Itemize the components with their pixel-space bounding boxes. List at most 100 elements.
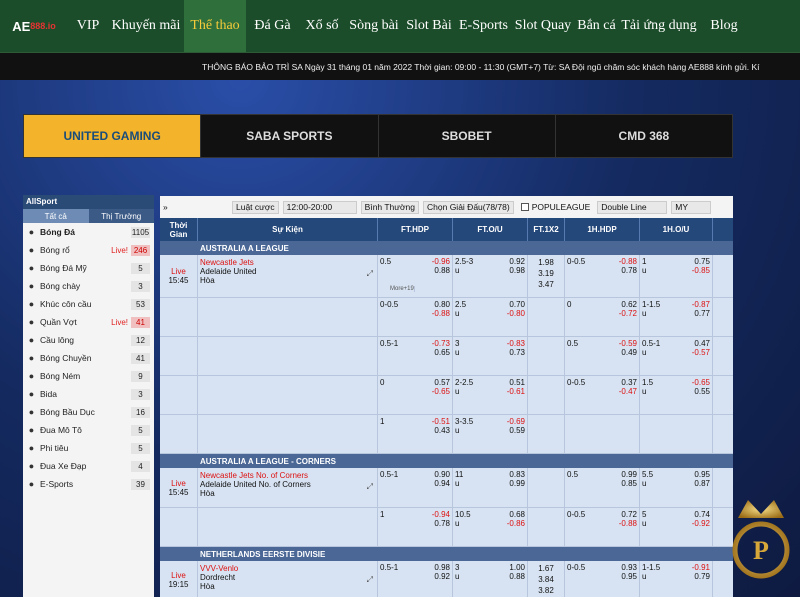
ft-hdp-cell-price-1[interactable]: 0.80 [432, 300, 450, 309]
more-markets-link[interactable]: More+19 [390, 286, 415, 292]
h1-hdp-cell-price-2[interactable]: -0.72 [619, 309, 637, 318]
ft-ou-cell-price-2[interactable]: 0.98 [509, 266, 525, 275]
odds-format-select[interactable]: MY [671, 200, 712, 214]
sidebar-item-12[interactable]: ● Phi tiêu 5 [23, 439, 154, 457]
nav-item-5[interactable]: Sòng bài [345, 0, 403, 52]
h1-ou-cell-price-2[interactable]: 0.79 [692, 572, 710, 581]
h1-hdp-cell-price-2[interactable]: 0.95 [621, 572, 637, 581]
h1-ou-cell-price-1[interactable]: 0.75 [692, 257, 710, 266]
ft-ou-cell-price-1[interactable]: 0.68 [507, 510, 525, 519]
away-team[interactable]: Adelaide United No. of Corners [200, 480, 375, 489]
collapse-button[interactable]: » [160, 201, 208, 214]
bet-type-select[interactable]: Luật cược [232, 200, 279, 214]
h1-hdp-cell-price-2[interactable]: -0.47 [619, 387, 637, 396]
sidebar-item-4[interactable]: ● Khúc côn cầu 53 [23, 295, 154, 313]
mode-select[interactable]: Bình Thường [360, 200, 420, 214]
ft-hdp-cell-price-1[interactable]: -0.94 [432, 510, 450, 519]
ft-1x2-price[interactable]: 1.67 [528, 563, 564, 574]
ft-ou-cell-price-2[interactable]: 0.73 [507, 348, 525, 357]
h1-ou-cell-price-2[interactable]: 0.55 [692, 387, 710, 396]
h1-hdp-cell-price-1[interactable]: 0.99 [621, 470, 637, 479]
stats-icon[interactable]: ⤢ [367, 482, 373, 492]
h1-ou-cell-price-2[interactable]: -0.85 [692, 266, 710, 275]
sidebar-item-1[interactable]: ● Bóng rổ Live! 246 [23, 241, 154, 259]
h1-hdp-cell-price-1[interactable]: 0.72 [619, 510, 637, 519]
nav-item-2[interactable]: Thể thao [184, 0, 246, 52]
h1-ou-cell-price-2[interactable]: 0.87 [694, 479, 710, 488]
h1-ou-cell-price-1[interactable]: -0.87 [692, 300, 710, 309]
select-league-button[interactable]: Chọn Giải Đấu(78/78) [423, 200, 514, 214]
h1-hdp-cell-price-2[interactable]: 0.49 [619, 348, 637, 357]
home-team[interactable]: Newcastle Jets [200, 258, 375, 267]
ft-hdp-cell-price-2[interactable]: 0.92 [434, 572, 450, 581]
h1-hdp-cell-price-2[interactable]: 0.78 [619, 266, 637, 275]
h1-hdp-cell-price-1[interactable]: -0.59 [619, 339, 637, 348]
sidebar-item-11[interactable]: ● Đua Mô Tô 5 [23, 421, 154, 439]
ft-ou-cell-price-1[interactable]: 0.51 [507, 378, 525, 387]
nav-item-8[interactable]: Slot Quay [512, 0, 574, 52]
nav-item-1[interactable]: Khuyến mãi [108, 0, 184, 52]
sidebar-item-6[interactable]: ● Cầu lông 12 [23, 331, 154, 349]
ft-hdp-cell-price-2[interactable]: 0.65 [432, 348, 450, 357]
ft-ou-cell-price-1[interactable]: -0.83 [507, 339, 525, 348]
sidebar-item-13[interactable]: ● Đua Xe Đạp 4 [23, 457, 154, 475]
ft-ou-cell-price-1[interactable]: 0.70 [507, 300, 525, 309]
provider-tab-3[interactable]: CMD 368 [556, 115, 732, 157]
away-team[interactable]: Dordrecht [200, 573, 375, 582]
stats-icon[interactable]: ⤢ [367, 269, 373, 279]
ft-hdp-cell-price-2[interactable]: -0.65 [432, 387, 450, 396]
sidebar-item-0[interactable]: ● Bóng Đá 1105 [23, 223, 154, 241]
h1-hdp-cell-price-1[interactable]: -0.88 [619, 257, 637, 266]
h1-hdp-cell-price-2[interactable]: -0.88 [619, 519, 637, 528]
away-team[interactable]: Adelaide United [200, 267, 375, 276]
sidebar-item-7[interactable]: ● Bóng Chuyền 41 [23, 349, 154, 367]
ft-ou-cell-price-1[interactable]: -0.69 [507, 417, 525, 426]
h1-ou-cell-price-2[interactable]: -0.57 [692, 348, 710, 357]
nav-item-9[interactable]: Bắn cá [574, 0, 619, 52]
ft-ou-cell-price-2[interactable]: 0.88 [509, 572, 525, 581]
ft-hdp-cell-price-2[interactable]: 0.88 [432, 266, 450, 275]
ft-hdp-cell-price-1[interactable]: 0.98 [434, 563, 450, 572]
h1-ou-cell-price-2[interactable]: -0.92 [692, 519, 710, 528]
provider-tab-0[interactable]: UNITED GAMING [24, 115, 202, 157]
h1-ou-cell-price-1[interactable]: -0.65 [692, 378, 710, 387]
provider-tab-2[interactable]: SBOBET [379, 115, 556, 157]
provider-tab-1[interactable]: SABA SPORTS [201, 115, 379, 157]
ft-ou-cell-price-1[interactable]: 1.00 [509, 563, 525, 572]
nav-item-11[interactable]: Blog [699, 0, 749, 52]
ft-ou-cell-price-2[interactable]: -0.80 [507, 309, 525, 318]
sidebar-item-3[interactable]: ● Bóng chày 3 [23, 277, 154, 295]
ft-hdp-cell-price-2[interactable]: 0.94 [434, 479, 450, 488]
time-range-select[interactable]: 12:00-20:00 [282, 200, 357, 214]
line-type-select[interactable]: Double Line [597, 200, 668, 214]
ft-hdp-cell-price-2[interactable]: -0.88 [432, 309, 450, 318]
ft-ou-cell-price-1[interactable]: 0.83 [509, 470, 525, 479]
popular-league-checkbox[interactable]: POPULEAGUE [518, 201, 594, 214]
ft-hdp-cell-price-1[interactable]: -0.51 [432, 417, 450, 426]
sidebar-item-9[interactable]: ● Bida 3 [23, 385, 154, 403]
sidebar-item-14[interactable]: ● E-Sports 39 [23, 475, 154, 493]
ft-hdp-cell-price-1[interactable]: -0.73 [432, 339, 450, 348]
nav-item-7[interactable]: E-Sports [455, 0, 512, 52]
nav-item-3[interactable]: Đá Gà [246, 0, 299, 52]
ft-1x2-price[interactable]: 3.19 [528, 268, 564, 279]
ft-ou-cell-price-2[interactable]: 0.99 [509, 479, 525, 488]
sidebar-item-2[interactable]: ● Bóng Đá Mỹ 5 [23, 259, 154, 277]
home-team[interactable]: VVV-Venlo [200, 564, 375, 573]
stats-icon[interactable]: ⤢ [367, 575, 373, 585]
h1-hdp-cell-price-1[interactable]: 0.93 [621, 563, 637, 572]
ft-hdp-cell-price-1[interactable]: 0.90 [434, 470, 450, 479]
h1-ou-cell-price-1[interactable]: -0.91 [692, 563, 710, 572]
h1-ou-cell-price-2[interactable]: 0.77 [692, 309, 710, 318]
sidebar-item-8[interactable]: ● Bóng Ném 9 [23, 367, 154, 385]
site-logo[interactable]: AE 888.io [0, 0, 68, 52]
nav-item-6[interactable]: Slot Bài [403, 0, 455, 52]
ft-ou-cell-price-2[interactable]: 0.59 [507, 426, 525, 435]
nav-item-0[interactable]: VIP [68, 0, 108, 52]
ft-hdp-cell-price-1[interactable]: -0.96 [432, 257, 450, 266]
h1-ou-cell-price-1[interactable]: 0.95 [694, 470, 710, 479]
h1-hdp-cell-price-2[interactable]: 0.85 [621, 479, 637, 488]
ft-1x2-price[interactable]: 3.84 [528, 574, 564, 585]
ft-ou-cell-price-2[interactable]: -0.61 [507, 387, 525, 396]
h1-hdp-cell-price-1[interactable]: 0.37 [619, 378, 637, 387]
